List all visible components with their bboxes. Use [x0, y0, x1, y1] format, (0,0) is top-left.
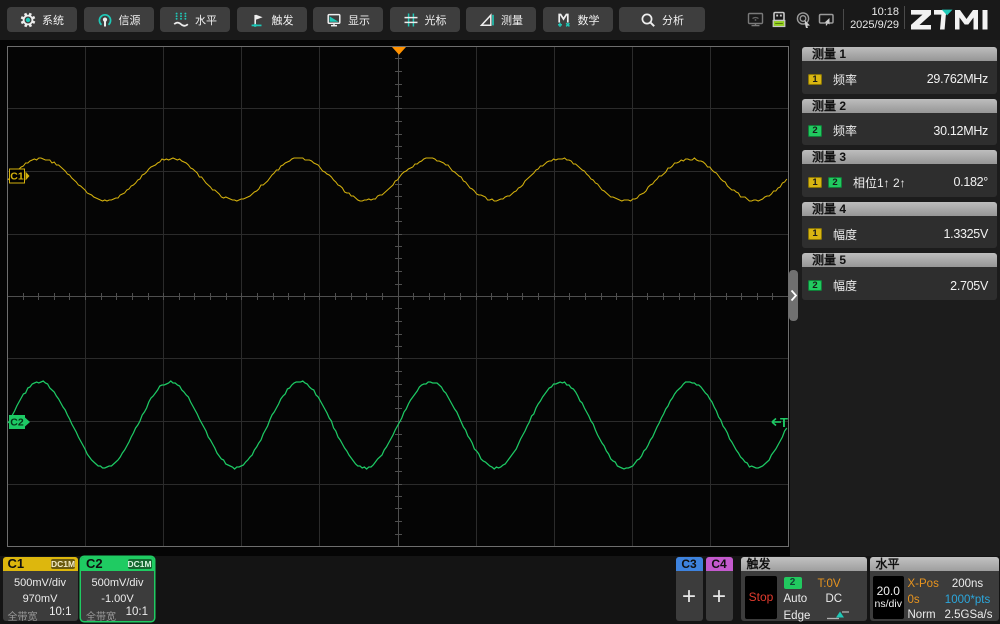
svg-text:C1: C1: [10, 171, 24, 183]
svg-text:T: T: [780, 415, 788, 430]
svg-text:C2: C2: [10, 417, 24, 429]
